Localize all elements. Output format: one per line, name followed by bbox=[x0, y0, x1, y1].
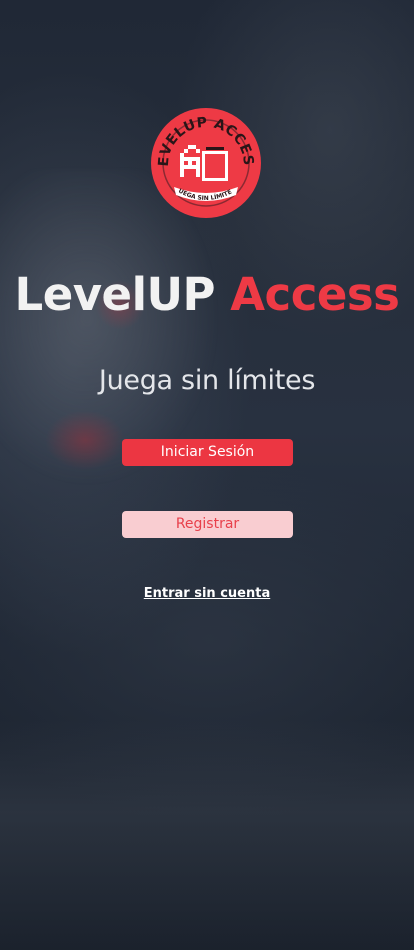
background-fog bbox=[0, 720, 414, 950]
app-title-part1: LevelUP bbox=[14, 268, 216, 321]
background-glow bbox=[45, 410, 125, 470]
login-button[interactable]: Iniciar Sesión bbox=[122, 439, 293, 466]
app-title: LevelUP Access bbox=[0, 268, 414, 321]
register-button[interactable]: Registrar bbox=[122, 511, 293, 538]
app-title-part2: Access bbox=[230, 268, 400, 321]
guest-login-link[interactable]: Entrar sin cuenta bbox=[0, 586, 414, 601]
app-logo: LEVELUP ACCESS JUEGA SIN LÍMITES bbox=[150, 107, 262, 219]
tagline: Juega sin límites bbox=[98, 365, 316, 396]
splash-screen: LEVELUP ACCESS JUEGA SIN LÍMITES bbox=[0, 0, 414, 950]
